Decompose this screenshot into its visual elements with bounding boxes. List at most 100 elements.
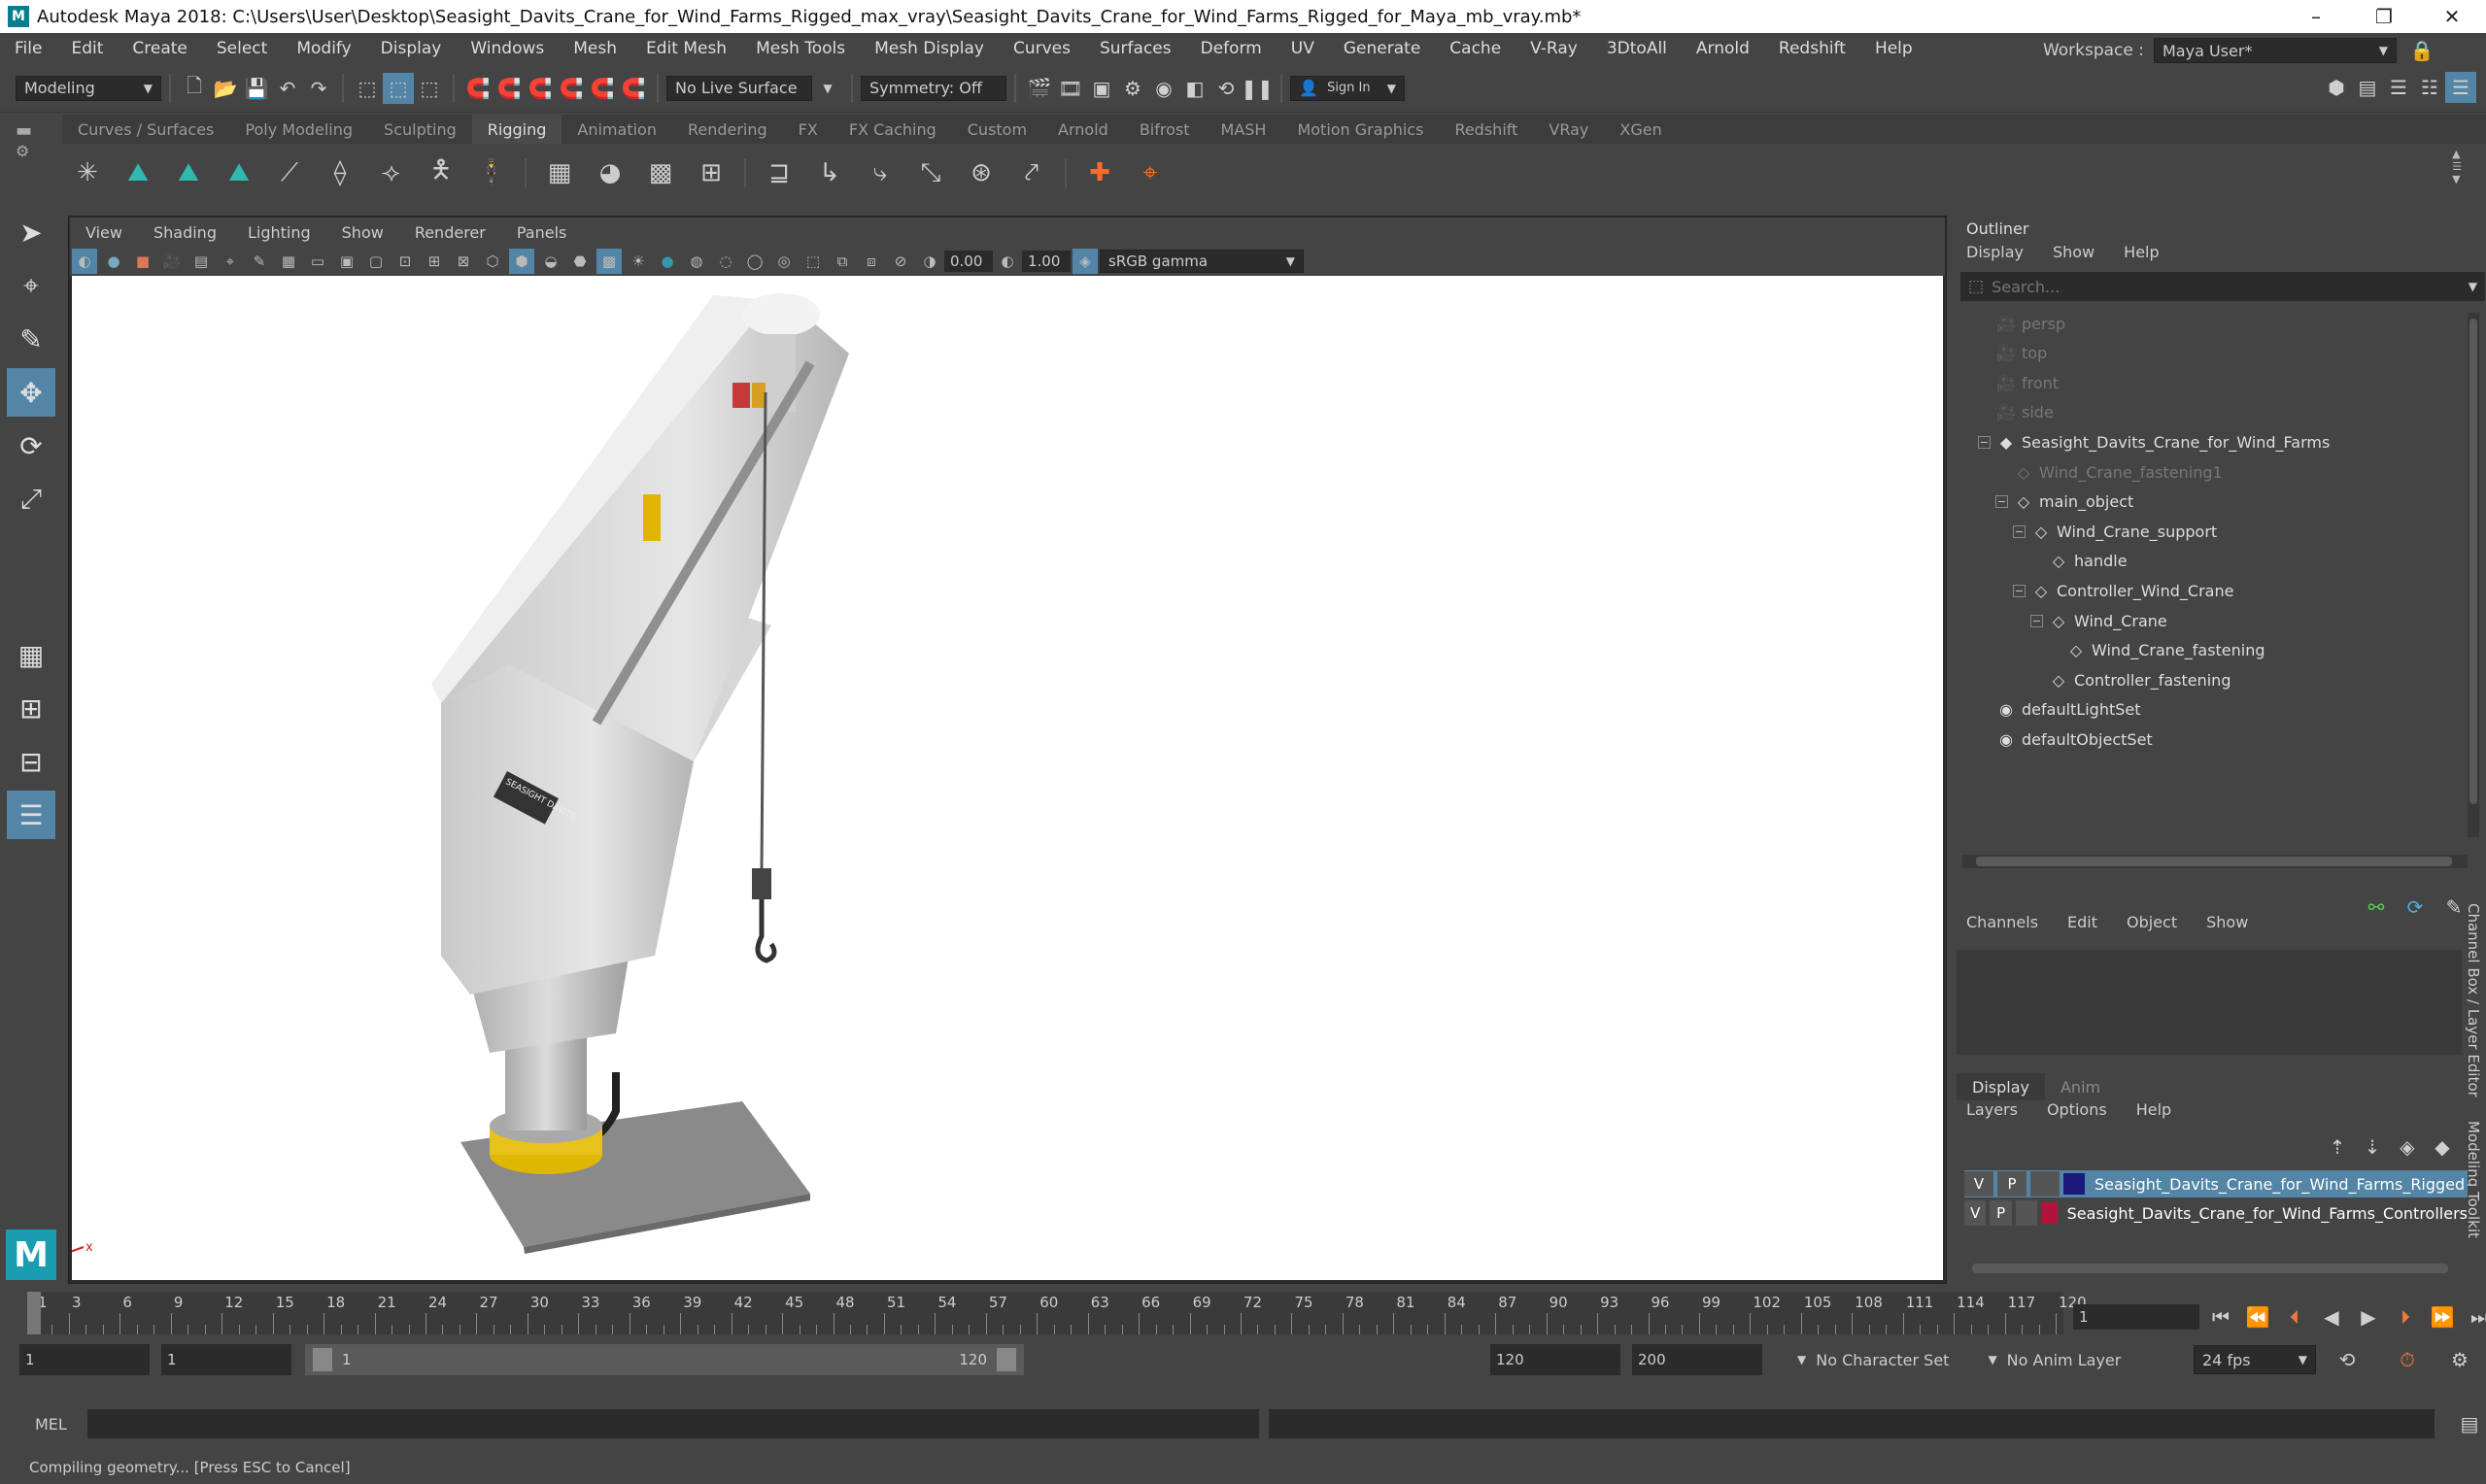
pole-vector-icon[interactable]: ⤤: [1010, 152, 1053, 194]
menu-arnold[interactable]: Arnold: [1682, 39, 1764, 58]
layer-editor-icon[interactable]: ☰: [2445, 72, 2476, 103]
hook-block[interactable]: [752, 868, 771, 899]
outliner-item[interactable]: ◇ Wind_Crane_fastening1: [1995, 457, 2223, 487]
outliner-hscrollbar[interactable]: [1962, 855, 2468, 868]
outliner-item[interactable]: − ◇ main_object: [1995, 488, 2133, 517]
anim-end-field[interactable]: 120: [1490, 1344, 1620, 1375]
shelf-settings-icon[interactable]: ⚙: [16, 142, 47, 165]
field-chart-icon[interactable]: ⊡: [392, 249, 418, 274]
image-plane-icon[interactable]: ▤: [188, 249, 214, 274]
gate-mask-icon[interactable]: ▢: [363, 249, 389, 274]
camera-attributes-icon[interactable]: ●: [101, 249, 126, 274]
hypershade-icon[interactable]: ◉: [1148, 73, 1179, 104]
smooth-bind-icon[interactable]: ⟢: [369, 152, 412, 194]
parent-constraint-icon[interactable]: ⊒: [758, 152, 800, 194]
menu-deform[interactable]: Deform: [1186, 39, 1277, 58]
joint-tool-icon[interactable]: ✳: [66, 152, 109, 194]
lattice-icon[interactable]: ▦: [538, 152, 581, 194]
shelf-tab-custom[interactable]: Custom: [952, 115, 1042, 144]
layer-display-type-toggle[interactable]: [2015, 1200, 2038, 1226]
exposure-field[interactable]: 0.00: [944, 251, 993, 272]
channelbox-menu-object[interactable]: Object: [2127, 913, 2177, 931]
use-lights-icon[interactable]: ☀: [626, 249, 651, 274]
layer-menu-layers[interactable]: Layers: [1966, 1100, 2018, 1119]
outliner-item[interactable]: ◇ Wind_Crane_fastening: [2048, 636, 2265, 665]
shelf-menu-icon[interactable]: ▬: [16, 120, 47, 141]
camera-icon[interactable]: 🎥: [159, 249, 185, 274]
menu-windows[interactable]: Windows: [456, 39, 559, 58]
play-forwards-icon[interactable]: ▶: [2353, 1301, 2384, 1332]
menu-create[interactable]: Create: [118, 39, 202, 58]
fps-dropdown[interactable]: 24 fps ▼: [2194, 1345, 2316, 1374]
go-to-end-icon[interactable]: ⏭: [2464, 1301, 2486, 1332]
open-scene-icon[interactable]: 📂: [210, 73, 241, 104]
select-tool-icon[interactable]: ➤: [7, 208, 55, 256]
select-object-icon[interactable]: ⬚: [383, 72, 414, 104]
outliner-item[interactable]: 🎥 front: [1978, 368, 2059, 397]
anim-prefs-icon[interactable]: ⚙: [2444, 1344, 2475, 1375]
channelbox-menu-channels[interactable]: Channels: [1966, 913, 2038, 931]
outliner-search-input[interactable]: [1992, 277, 2469, 296]
snap-point-icon[interactable]: 🧲: [525, 73, 556, 104]
snap-vertex-icon[interactable]: 🧲: [618, 73, 649, 104]
viewport-menu-view[interactable]: View: [70, 223, 138, 242]
shelf-tab-arnold[interactable]: Arnold: [1042, 115, 1124, 144]
attribute-editor-icon[interactable]: ▤: [2352, 72, 2383, 103]
range-slider[interactable]: 1 120: [305, 1344, 1024, 1375]
range-end-handle[interactable]: [997, 1348, 1016, 1371]
sign-in-button[interactable]: 👤 Sign In ▼: [1290, 75, 1405, 101]
smooth-shade-icon[interactable]: ⬢: [509, 249, 534, 274]
character-set-label[interactable]: No Character Set: [1816, 1351, 1949, 1369]
aim-constraint-icon[interactable]: ⊛: [960, 152, 1003, 194]
wireframe-on-shaded-icon[interactable]: ▩: [596, 249, 622, 274]
vray-render-icon[interactable]: ◧: [1179, 73, 1210, 104]
collapse-icon[interactable]: −: [1978, 435, 1991, 449]
outliner-item[interactable]: − ◆ Seasight_Davits_Crane_for_Wind_Farms: [1978, 427, 2330, 456]
menu-modify[interactable]: Modify: [282, 39, 365, 58]
shelf-tab-redshift[interactable]: Redshift: [1439, 115, 1533, 144]
two-pane-layout-icon[interactable]: ⊟: [7, 737, 55, 786]
depth-of-field-icon[interactable]: ◎: [771, 249, 797, 274]
loop-icon[interactable]: ⟲: [2332, 1344, 2363, 1375]
mode-dropdown[interactable]: Modeling ▼: [16, 75, 161, 101]
new-layer-selected-icon[interactable]: ◆: [2427, 1131, 2458, 1163]
grease-pencil-icon[interactable]: ✎: [247, 249, 272, 274]
crane-hook[interactable]: [755, 899, 777, 963]
outliner-menu-display[interactable]: Display: [1966, 243, 2024, 261]
resolution-gate-icon[interactable]: ▣: [334, 249, 359, 274]
workspace-dropdown[interactable]: Maya User* ▼: [2154, 38, 2397, 63]
wireframe-icon[interactable]: ⬡: [480, 249, 505, 274]
ik-spline-handle-icon[interactable]: ⟠: [319, 152, 361, 194]
isolate-select-icon[interactable]: ⬚: [800, 249, 826, 274]
shelf-tab-sculpting[interactable]: Sculpting: [368, 115, 472, 144]
shelf-scroll-down-icon[interactable]: ▼: [2452, 173, 2462, 186]
outliner-item[interactable]: ◉ defaultObjectSet: [1978, 725, 2153, 754]
live-surface-field[interactable]: No Live Surface: [666, 75, 812, 101]
layer-playback-toggle[interactable]: P: [1997, 1171, 2026, 1197]
step-forward-icon[interactable]: ⏩: [2427, 1301, 2458, 1332]
outliner-item[interactable]: ◉ defaultLightSet: [1978, 695, 2140, 725]
symmetry-dropdown[interactable]: Symmetry: Off: [861, 75, 1006, 101]
wrap-icon[interactable]: ▩: [639, 152, 682, 194]
redo-icon[interactable]: ↷: [303, 73, 334, 104]
outliner-menu-show[interactable]: Show: [2053, 243, 2094, 261]
layer-tab-display[interactable]: Display: [1957, 1073, 2045, 1100]
new-layer-icon[interactable]: ◈: [2392, 1131, 2423, 1163]
locator-icon[interactable]: ✚: [1078, 152, 1121, 194]
save-scene-icon[interactable]: 💾: [241, 73, 272, 104]
layer-scrollbar[interactable]: [1972, 1264, 2448, 1273]
maximize-button[interactable]: ❐: [2350, 0, 2418, 33]
film-gate-icon[interactable]: ▭: [305, 249, 330, 274]
vray-ipr-icon[interactable]: ⟲: [1210, 73, 1242, 104]
chevron-down-icon[interactable]: ▼: [812, 73, 843, 104]
viewport-menu-panels[interactable]: Panels: [501, 223, 583, 242]
menu-3dtoall[interactable]: 3DtoAll: [1592, 39, 1682, 58]
close-button[interactable]: ✕: [2418, 0, 2486, 33]
menu-surfaces[interactable]: Surfaces: [1085, 39, 1186, 58]
render-frame-icon[interactable]: 🎬: [1024, 73, 1055, 104]
collapse-icon[interactable]: −: [2013, 584, 2026, 597]
chevron-down-icon[interactable]: ▼: [2469, 280, 2477, 293]
shelf-tab-mash[interactable]: MASH: [1206, 115, 1282, 144]
layer-playback-toggle[interactable]: P: [1990, 1200, 2012, 1226]
snap-grid-icon[interactable]: 🧲: [462, 73, 494, 104]
